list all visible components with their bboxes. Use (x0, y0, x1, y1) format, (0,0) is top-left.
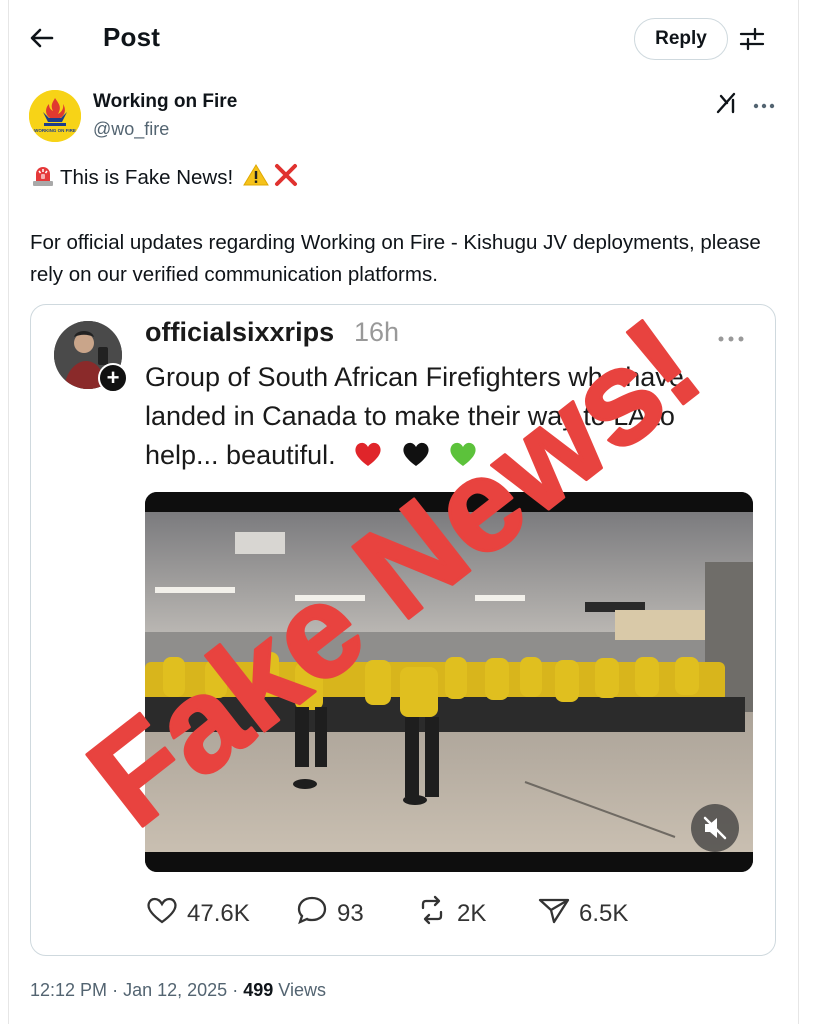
post-date: Jan 12, 2025 (123, 980, 228, 1000)
share-stat[interactable]: 6.5K (537, 895, 628, 932)
black-heart-icon (401, 440, 431, 479)
page-title: Post (103, 22, 161, 52)
cross-mark-icon (273, 163, 299, 193)
share-count: 6.5K (579, 899, 629, 927)
post-headline: This is Fake News! (30, 163, 299, 193)
follow-plus-icon[interactable]: + (98, 363, 128, 393)
author-handle[interactable]: @wo_fire (93, 119, 169, 140)
author-name[interactable]: Working on Fire (93, 91, 237, 113)
repost-stat[interactable]: 2K (415, 895, 486, 932)
comment-stat[interactable]: 93 (295, 895, 364, 932)
more-options-icon[interactable] (752, 98, 776, 109)
post-headline-text: This is Fake News! (60, 166, 234, 189)
meta-separator-2: · (232, 980, 239, 1000)
frame-left-border (8, 0, 9, 1024)
comment-count: 93 (337, 899, 364, 927)
back-arrow-icon[interactable] (28, 24, 56, 52)
quoted-text: Group of South African Firefighters who … (145, 358, 755, 479)
reply-button[interactable]: Reply (634, 18, 728, 60)
mute-toggle-icon[interactable] (691, 804, 739, 852)
svg-text:WORKING ON FIRE: WORKING ON FIRE (34, 128, 76, 133)
like-count: 47.6K (187, 899, 250, 927)
quoted-stats: 47.6K 93 2K 6.5K (145, 895, 645, 935)
meta-separator: · (112, 980, 119, 1000)
send-icon (537, 895, 571, 932)
top-bar: Post Reply (0, 0, 817, 78)
views-count: 499 (243, 980, 274, 1000)
quoted-username: officialsixxrips (145, 317, 335, 347)
like-stat[interactable]: 47.6K (145, 895, 250, 932)
post-body: For official updates regarding Working o… (30, 231, 761, 286)
post-time: 12:12 PM (30, 980, 108, 1000)
repost-count: 2K (457, 899, 487, 927)
warning-icon (243, 163, 270, 193)
views-label: Views (278, 980, 326, 1000)
sliders-icon[interactable] (738, 26, 766, 52)
author-avatar[interactable]: WORKING ON FIRE (29, 90, 81, 142)
quoted-more-icon[interactable] (717, 331, 745, 342)
quoted-timestamp: 16h (354, 317, 400, 347)
grok-icon[interactable] (714, 90, 740, 116)
quoted-post-card[interactable]: + officialsixxrips 16h Group of South Af… (30, 304, 776, 956)
repost-icon (415, 895, 449, 932)
video-player[interactable] (145, 492, 753, 872)
heart-outline-icon (145, 895, 179, 932)
post-meta: 12:12 PM · Jan 12, 2025 · 499 Views (30, 980, 326, 1001)
comment-bubble-icon (295, 895, 329, 932)
red-heart-icon (353, 440, 383, 479)
siren-icon (30, 163, 56, 193)
green-heart-icon (448, 440, 478, 479)
frame-right-border (798, 0, 799, 1024)
